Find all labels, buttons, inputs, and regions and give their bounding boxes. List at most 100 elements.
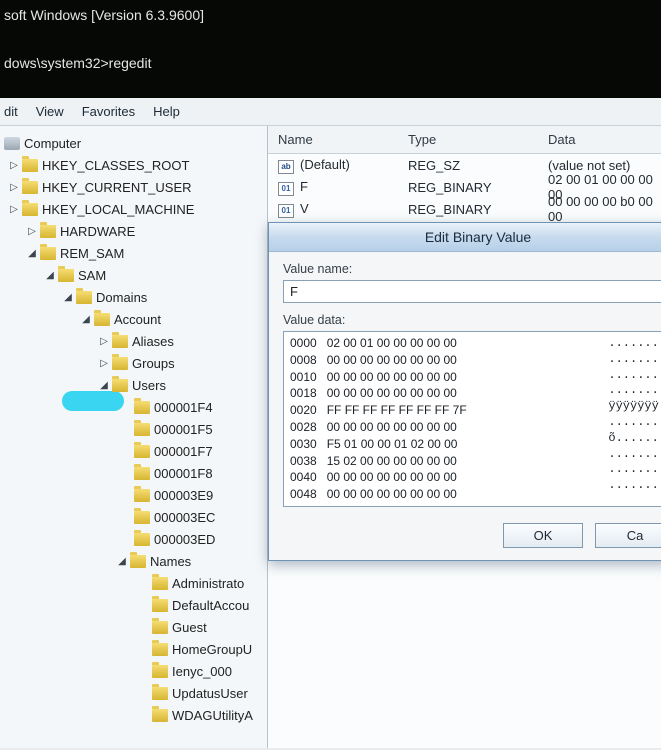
tree-name-item[interactable]: Administrato [4,572,267,594]
tree-label: 000003E9 [154,488,213,503]
tree-groups[interactable]: ▷ Groups [4,352,267,374]
tree-label: 000003ED [154,532,215,547]
tree-aliases[interactable]: ▷ Aliases [4,330,267,352]
tree-name-item[interactable]: HomeGroupU [4,638,267,660]
folder-icon [22,159,38,172]
tree-user-rid[interactable]: 000001F4 [4,396,267,418]
registry-editor-window: dit View Favorites Help Computer ▷ HKEY_… [0,98,661,750]
tree-name-item[interactable]: WDAGUtilityA [4,704,267,726]
tree-user-rid[interactable]: 000001F5 [4,418,267,440]
tree-label: 000001F7 [154,444,213,459]
computer-icon [4,137,20,150]
folder-icon [22,181,38,194]
folder-icon [94,313,110,326]
menu-favorites[interactable]: Favorites [82,104,135,119]
tree-user-rid[interactable]: 000003EC [4,506,267,528]
annotation-highlight [62,391,124,411]
tree-domains[interactable]: ◢ Domains [4,286,267,308]
expander-icon[interactable]: ◢ [98,379,110,391]
tree-name-item[interactable]: Guest [4,616,267,638]
value-name-input[interactable] [283,280,661,303]
tree-user-rid[interactable]: 000001F7 [4,440,267,462]
menu-edit[interactable]: dit [4,104,18,119]
folder-icon [152,599,168,612]
col-header-type[interactable]: Type [408,132,548,147]
tree-names[interactable]: ◢ Names [4,550,267,572]
folder-icon [76,291,92,304]
folder-icon [22,203,38,216]
tree-label: 000001F8 [154,466,213,481]
col-header-name[interactable]: Name [278,132,408,147]
menu-help[interactable]: Help [153,104,180,119]
tree-root[interactable]: Computer [4,132,267,154]
expander-icon[interactable]: ▷ [98,335,110,347]
tree-name-item[interactable]: Ienyc_000 [4,660,267,682]
folder-icon [112,335,128,348]
value-type: REG_SZ [408,158,548,173]
tree-label: 000001F5 [154,422,213,437]
expander-icon[interactable]: ▷ [8,181,20,193]
tree-rem-sam[interactable]: ◢ REM_SAM [4,242,267,264]
folder-icon [152,687,168,700]
tree-hkcu[interactable]: ▷ HKEY_CURRENT_USER [4,176,267,198]
tree-name-item[interactable]: UpdatusUser [4,682,267,704]
cancel-button[interactable]: Ca [595,523,661,548]
expander-icon[interactable]: ◢ [62,291,74,303]
tree-hardware[interactable]: ▷ HARDWARE [4,220,267,242]
expander-icon[interactable]: ▷ [26,225,38,237]
folder-icon [152,709,168,722]
command-prompt: soft Windows [Version 6.3.9600] dows\sys… [0,0,661,98]
reg-value-icon: 01 [278,182,294,196]
reg-value-icon: 01 [278,204,294,218]
value-data: 00 00 00 00 b0 00 00 [548,194,655,224]
expander-icon[interactable]: ◢ [44,269,56,281]
tree-user-rid[interactable]: 000003E9 [4,484,267,506]
tree-sam[interactable]: ◢ SAM [4,264,267,286]
tree-label: Guest [172,620,207,635]
expander-icon[interactable]: ◢ [26,247,38,259]
menu-view[interactable]: View [36,104,64,119]
value-list: Name Type Data ab(Default)REG_SZ(value n… [268,126,661,748]
tree-hkcr[interactable]: ▷ HKEY_CLASSES_ROOT [4,154,267,176]
folder-icon [134,467,150,480]
tree-name-item[interactable]: DefaultAccou [4,594,267,616]
folder-icon [152,577,168,590]
value-name: V [300,201,309,216]
tree-hklm[interactable]: ▷ HKEY_LOCAL_MACHINE [4,198,267,220]
folder-icon [134,489,150,502]
tree-users[interactable]: ◢ Users [4,374,267,396]
folder-icon [130,555,146,568]
tree-label: HomeGroupU [172,642,252,657]
tree-user-rid[interactable]: 000003ED [4,528,267,550]
expander-icon[interactable]: ▷ [8,203,20,215]
hex-editor[interactable]: 0000 02 00 01 00 00 00 00 00 0008 00 00 … [283,331,661,507]
value-name: (Default) [300,157,350,172]
value-data-label: Value data: [283,313,661,327]
expander-icon[interactable]: ▷ [98,357,110,369]
expander-icon[interactable]: ◢ [80,313,92,325]
folder-icon [134,533,150,546]
value-data: (value not set) [548,158,655,173]
folder-icon [58,269,74,282]
tree-user-rid[interactable]: 000001F8 [4,462,267,484]
edit-binary-dialog: Edit Binary Value Value name: Value data… [268,222,661,561]
col-header-data[interactable]: Data [548,132,655,147]
tree-account[interactable]: ◢ Account [4,308,267,330]
folder-icon [152,621,168,634]
expander-icon[interactable]: ◢ [116,555,128,567]
list-row[interactable]: 01VREG_BINARY00 00 00 00 b0 00 00 [268,198,661,220]
console-line: soft Windows [Version 6.3.9600] [4,7,204,23]
folder-icon [152,665,168,678]
value-type: REG_BINARY [408,180,548,195]
registry-tree[interactable]: Computer ▷ HKEY_CLASSES_ROOT ▷ HKEY_CURR… [0,126,268,748]
value-type: REG_BINARY [408,202,548,217]
folder-icon [134,511,150,524]
tree-label: Ienyc_000 [172,664,232,679]
tree-label: UpdatusUser [172,686,248,701]
list-header: Name Type Data [268,126,661,154]
expander-icon[interactable]: ▷ [8,159,20,171]
tree-label: Administrato [172,576,244,591]
tree-label: 000003EC [154,510,215,525]
folder-icon [40,247,56,260]
ok-button[interactable]: OK [503,523,583,548]
